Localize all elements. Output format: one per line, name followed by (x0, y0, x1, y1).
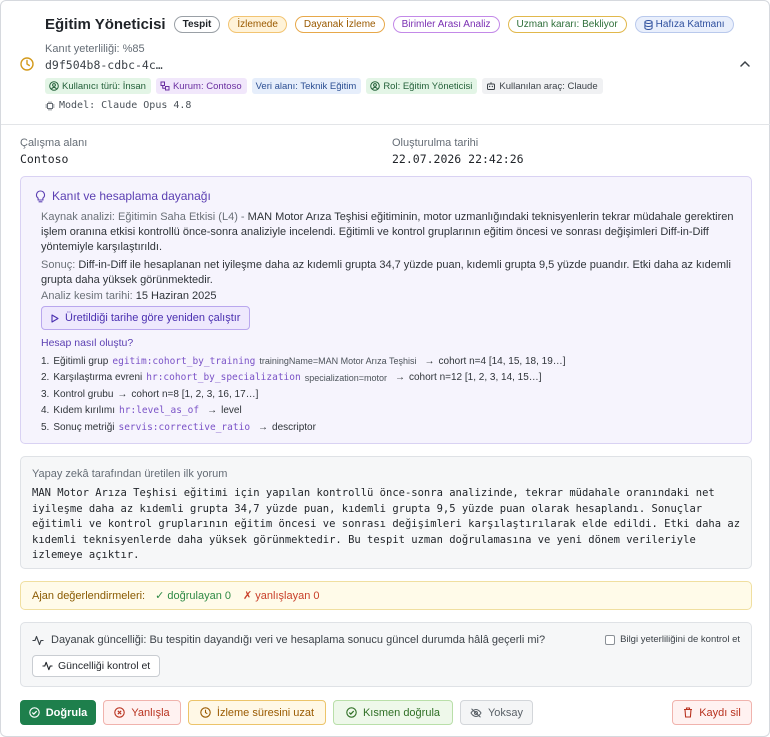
monitoring-badge: Dayanak İzleme (294, 16, 385, 33)
user-type-tag: Kullanıcı türü: İnsan (45, 78, 151, 94)
sufficiency-checkbox[interactable] (605, 634, 616, 645)
ai-interpretation-text: MAN Motor Arıza Teşhisi eğitimi için yap… (32, 487, 741, 561)
organization-icon (160, 81, 170, 91)
agent-reviews: Ajan değerlendirmeleri: ✓ doğrulayan 0 ✗… (20, 581, 752, 610)
database-icon (644, 19, 653, 30)
data-area-tag: Veri alanı: Teknik Eğitim (251, 78, 362, 94)
calculation-step: 5. Sonuç metriği servis:corrective_ratio… (41, 421, 316, 433)
evidence-sufficiency: Kanıt yeterliliği: %85 (45, 43, 145, 55)
eye-off-icon (470, 707, 482, 718)
delete-record-button[interactable]: Kaydı sil (672, 700, 752, 725)
expert-decision-badge: Uzman kararı: Bekliyor (507, 16, 627, 33)
check-currency-button[interactable]: Güncelliği kontrol et (32, 655, 161, 677)
source-analysis: Kaynak analizi: Eğitimin Saha Etkisi (L4… (41, 211, 734, 253)
rejected-count: ✗ yanlışlayan 0 (243, 590, 320, 602)
ai-interpretation-panel: Yapay zekâ tarafından üretilen ilk yorum… (20, 456, 752, 569)
page-title: Eğitim Yöneticisi (45, 16, 166, 33)
workspace-value: Contoso (20, 152, 69, 166)
workspace-label: Çalışma alanı (20, 137, 88, 149)
chevron-up-icon[interactable] (739, 59, 751, 69)
status-badge: İzlemede (228, 16, 287, 33)
memory-layer-badge: Hafıza Katmanı (634, 16, 734, 33)
organization-tag: Kurum: Contoso (155, 78, 247, 94)
currency-question: Dayanak güncelliği: Bu tespitin dayandığ… (51, 634, 546, 646)
calculation-step: 4. Kıdem kırılımı hr:level_as_of → level (41, 405, 242, 417)
sufficiency-checkbox-row[interactable]: Bilgi yeterliliğini de kontrol et (605, 634, 740, 645)
user-icon (370, 81, 381, 91)
calculation-steps-title: Hesap nasıl oluştu? (41, 337, 134, 349)
record-id: d9f504b8-cdbc-4c… (45, 58, 163, 72)
clock-icon (200, 707, 211, 718)
agent-reviews-label: Ajan değerlendirmeleri: (32, 589, 146, 602)
partial-confirm-button[interactable]: Kısmen doğrula (333, 700, 453, 725)
activity-icon (42, 661, 53, 671)
confirm-button[interactable]: Doğrula (20, 700, 96, 725)
x-circle-icon (114, 707, 126, 718)
created-label: Oluşturulma tarihi (392, 137, 479, 149)
lightbulb-icon (35, 189, 46, 202)
analysis-type-badge: Birimler Arası Analiz (392, 16, 500, 33)
clock-icon (20, 57, 34, 71)
finding-header[interactable]: Eğitim Yöneticisi Tespit İzlemede Dayana… (1, 1, 770, 125)
user-icon (49, 81, 59, 91)
finding-card: Eğitim Yöneticisi Tespit İzlemede Dayana… (0, 0, 770, 737)
ai-interpretation-label: Yapay zekâ tarafından üretilen ilk yorum (32, 468, 228, 480)
calculation-step: 1. Eğitimli grup egitim:cohort_by_traini… (41, 355, 566, 367)
evidence-heading: Kanıt ve hesaplama dayanağı (52, 189, 211, 203)
calculation-step: 3. Kontrol grubu → cohort n=8 [1, 2, 3, … (41, 388, 259, 400)
calculation-step: 2. Karşılaştırma evreni hr:cohort_by_spe… (41, 372, 542, 384)
reject-button[interactable]: Yanlışla (103, 700, 181, 725)
activity-icon (32, 635, 44, 645)
extend-monitoring-button[interactable]: İzleme süresini uzat (188, 700, 326, 725)
calculation-steps: 1. Eğitimli grup egitim:cohort_by_traini… (41, 353, 741, 436)
check-circle-icon (346, 707, 357, 718)
created-value: 22.07.2026 22:42:26 (392, 152, 524, 166)
role-tag: Rol: Eğitim Yöneticisi (366, 78, 478, 94)
analysis-cutoff: Analiz kesim tarihi: 15 Haziran 2025 (41, 290, 217, 302)
model-info: Model: Claude Opus 4.8 (45, 100, 191, 111)
result: Sonuç: Diff-in-Diff ile hesaplanan net i… (41, 259, 731, 286)
evidence-panel: Kanıt ve hesaplama dayanağı Kaynak anali… (20, 176, 752, 444)
trash-icon (684, 707, 693, 718)
play-icon (51, 313, 59, 323)
check-circle-icon (28, 707, 40, 718)
tool-tag: Kullanılan araç: Claude (482, 78, 603, 94)
type-badge: Tespit (173, 16, 221, 33)
cpu-icon (45, 101, 55, 110)
confirmed-count: ✓ doğrulayan 0 (155, 590, 232, 602)
bot-icon (487, 82, 496, 90)
rerun-button[interactable]: Üretildiği tarihe göre yeniden çalıştır (41, 306, 251, 330)
sufficiency-checkbox-label: Bilgi yeterliliğini de kontrol et (620, 634, 740, 645)
ignore-button[interactable]: Yoksay (460, 700, 533, 725)
currency-panel: Dayanak güncelliği: Bu tespitin dayandığ… (20, 622, 752, 687)
